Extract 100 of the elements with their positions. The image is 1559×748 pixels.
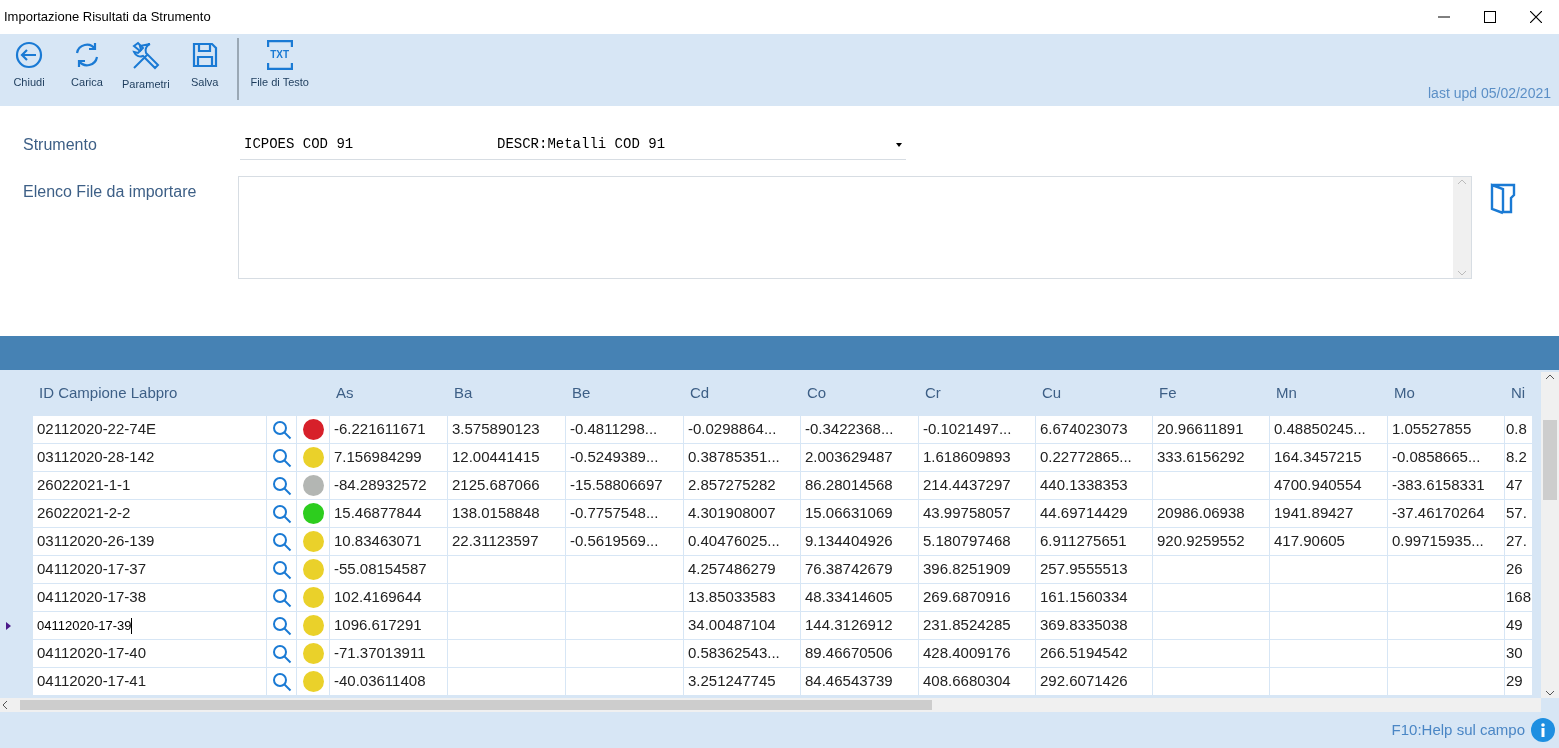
reload-button[interactable]: Carica: [58, 34, 116, 106]
table-cell[interactable]: 03112020-28-142: [33, 444, 267, 472]
table-cell: 30: [1505, 640, 1533, 668]
column-header[interactable]: Mn: [1276, 381, 1297, 405]
table-cell[interactable]: 26022021-1-1: [33, 472, 267, 500]
table-cell[interactable]: 02112020-22-74E: [33, 416, 267, 444]
table-cell: 269.6870916: [919, 584, 1036, 612]
vertical-scrollbar[interactable]: [1541, 372, 1559, 698]
table-cell[interactable]: 04112020-17-39: [33, 612, 267, 640]
search-button[interactable]: [271, 671, 292, 692]
table-cell: -383.6158331: [1388, 472, 1505, 500]
table-row[interactable]: 03112020-26-139 10.83463071 22.31123597 -0.5619569... 0.40476025... 9.134404926 5.180797468 6.911275651 920.9259552 417.90605 0.99715935... 27.: [0, 528, 1541, 556]
table-cell: 144.3126912: [801, 612, 919, 640]
search-button[interactable]: [271, 447, 292, 468]
table-cell: 3.575890123: [448, 416, 566, 444]
instrument-dropdown[interactable]: ICPOES COD 91 DESCR:Metalli COD 91: [240, 130, 906, 160]
table-row[interactable]: 02112020-22-74E -6.221611671 3.575890123 -0.4811298... -0.0298864... -0.3422368... -0.1021497... 6.674023073 20.96611891 0.48850245... 1.05527855 0.8: [0, 416, 1541, 444]
table-cell: 12.00441415: [448, 444, 566, 472]
table-cell: 89.46670506: [801, 640, 919, 668]
table-cell: 76.38742679: [801, 556, 919, 584]
table-cell: 27.: [1505, 528, 1533, 556]
table-cell: 0.22772865...: [1036, 444, 1153, 472]
column-header[interactable]: Ba: [454, 381, 473, 405]
table-cell: 0.48850245...: [1270, 416, 1388, 444]
table-cell[interactable]: 03112020-26-139: [33, 528, 267, 556]
table-cell[interactable]: 04112020-17-38: [33, 584, 267, 612]
scroll-thumb[interactable]: [20, 700, 932, 710]
table-cell: 1.618609893: [919, 444, 1036, 472]
table-row[interactable]: 26022021-1-1 -84.28932572 2125.687066 -15.58806697 2.857275282 86.28014568 214.4437297 440.1338353 4700.940554 -383.6158331 47: [0, 472, 1541, 500]
field-label: Elenco File da importare: [23, 182, 197, 202]
table-cell[interactable]: 04112020-17-40: [33, 640, 267, 668]
table-cell: 48.33414605: [801, 584, 919, 612]
table-cell: -15.58806697: [566, 472, 684, 500]
column-header[interactable]: ID Campione Labpro: [39, 381, 178, 405]
search-button[interactable]: [271, 559, 292, 580]
table-cell: 102.4169644: [330, 584, 448, 612]
table-cell[interactable]: 04112020-17-37: [33, 556, 267, 584]
close-button[interactable]: Chiudi: [0, 34, 58, 106]
table-cell: 292.6071426: [1036, 668, 1153, 696]
help-text: F10:Help sul campo: [1391, 719, 1525, 740]
table-cell: 6.674023073: [1036, 416, 1153, 444]
vertical-scrollbar[interactable]: [1453, 177, 1471, 278]
table-cell: 4.257486279: [684, 556, 801, 584]
table-cell: -0.0298864...: [684, 416, 801, 444]
table-cell: 417.90605: [1270, 528, 1388, 556]
horizontal-scrollbar[interactable]: [0, 698, 1541, 712]
save-button[interactable]: Salva: [175, 34, 234, 106]
table-cell: 2125.687066: [448, 472, 566, 500]
column-header[interactable]: Cr: [925, 381, 941, 405]
table-row[interactable]: 04112020-17-38 102.4169644 13.85033583 48.33414605 269.6870916 161.1560334 168: [0, 584, 1541, 612]
table-row[interactable]: 04112020-17-41 -40.03611408 3.251247745 84.46543739 408.6680304 292.6071426 29: [0, 668, 1541, 696]
table-row[interactable]: 03112020-28-142 7.156984299 12.00441415 -0.5249389... 0.38785351... 2.003629487 1.618609893 0.22772865... 333.6156292 164.3457215 -0.0858665... 8.2: [0, 444, 1541, 472]
table-cell: -0.5249389...: [566, 444, 684, 472]
folder-button[interactable]: [1488, 181, 1518, 217]
table-cell: -37.46170264: [1388, 500, 1505, 528]
table-cell: 1941.89427: [1270, 500, 1388, 528]
table-cell: -0.0858665...: [1388, 444, 1505, 472]
search-button[interactable]: [271, 503, 292, 524]
table-cell: 15.46877844: [330, 500, 448, 528]
column-header[interactable]: Ni: [1511, 381, 1526, 405]
text-file-button[interactable]: TXT File di Testo: [241, 34, 318, 106]
table-cell: 2.857275282: [684, 472, 801, 500]
table-row[interactable]: 04112020-17-37 -55.08154587 4.257486279 76.38742679 396.8251909 257.9555513 26: [0, 556, 1541, 584]
table-cell: 5.180797468: [919, 528, 1036, 556]
scroll-thumb[interactable]: [1543, 420, 1557, 500]
column-header[interactable]: Co: [807, 381, 827, 405]
column-header[interactable]: Cd: [690, 381, 710, 405]
scroll-up-icon: [1545, 374, 1555, 380]
table-cell: 333.6156292: [1153, 444, 1270, 472]
search-button[interactable]: [271, 419, 292, 440]
search-button[interactable]: [271, 475, 292, 496]
scroll-down-icon: [1457, 270, 1467, 276]
search-button[interactable]: [271, 587, 292, 608]
table-cell: 4.301908007: [684, 500, 801, 528]
table-cell: 29: [1505, 668, 1533, 696]
search-button[interactable]: [271, 615, 292, 636]
scroll-down-icon: [1545, 690, 1555, 696]
column-header[interactable]: Cu: [1042, 381, 1062, 405]
exit-icon: [14, 40, 44, 70]
table-cell: 408.6680304: [919, 668, 1036, 696]
search-button[interactable]: [271, 531, 292, 552]
table-cell: -40.03611408: [330, 668, 448, 696]
table-row[interactable]: 04112020-17-40 -71.37013911 0.58362543... 89.46670506 428.4009176 266.5194542 30: [0, 640, 1541, 668]
info-icon[interactable]: [1531, 718, 1555, 742]
column-header[interactable]: Be: [572, 381, 591, 405]
table-cell: -0.3422368...: [801, 416, 919, 444]
table-cell: 8.2: [1505, 444, 1533, 472]
search-button[interactable]: [271, 643, 292, 664]
table-cell: 0.58362543...: [684, 640, 801, 668]
table-cell[interactable]: 04112020-17-41: [33, 668, 267, 696]
tools-button[interactable]: Parametri: [116, 34, 176, 106]
table-cell: 9.134404926: [801, 528, 919, 556]
table-cell: -0.5619569...: [566, 528, 684, 556]
column-header[interactable]: Mo: [1394, 381, 1415, 405]
column-header[interactable]: Fe: [1159, 381, 1177, 405]
column-header[interactable]: As: [336, 381, 354, 405]
table-cell[interactable]: 26022021-2-2: [33, 500, 267, 528]
table-cell: -0.7757548...: [566, 500, 684, 528]
table-row[interactable]: 26022021-2-2 15.46877844 138.0158848 -0.7757548... 4.301908007 15.06631069 43.99758057 44.69714429 20986.06938 1941.89427 -37.46170264 57.: [0, 500, 1541, 528]
table-cell: 26: [1505, 556, 1533, 584]
